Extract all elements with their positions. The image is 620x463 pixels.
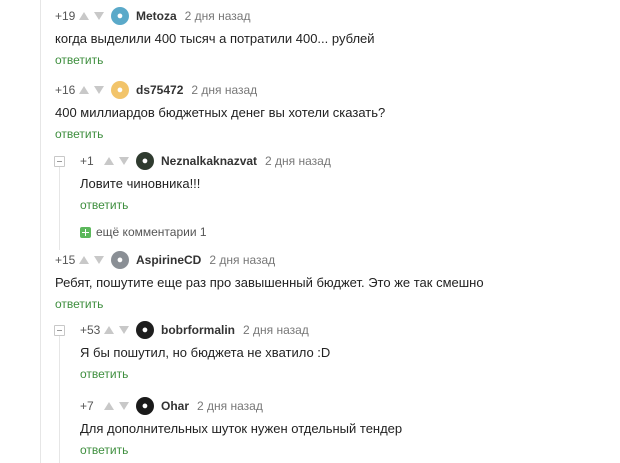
comment-author[interactable]: AspirineCD [136,253,201,267]
comment-rating: +7 [80,399,94,413]
upvote-icon[interactable] [79,256,89,264]
upvote-icon[interactable] [79,86,89,94]
comment-author[interactable]: Metoza [136,9,177,23]
comment-rating: +15 [55,253,76,267]
reply-button[interactable]: ответить [80,198,331,212]
comment: +7 ● Ohar 2 дня назад Для дополнительных… [80,397,402,457]
reply-button[interactable]: ответить [80,367,330,381]
comment-meta: +53 ● bobrformalin 2 дня назад [80,321,330,339]
comment-rating: +53 [80,323,101,337]
comment-meta: +7 ● Ohar 2 дня назад [80,397,402,415]
reply-button[interactable]: ответить [55,53,375,67]
comment-time[interactable]: 2 дня назад [197,399,263,413]
plus-icon [80,226,91,238]
comment: +15 ● AspirineCD 2 дня назад Ребят, пошу… [55,251,484,311]
comment-author[interactable]: ds75472 [136,83,183,97]
comment-meta: +16 ● ds75472 2 дня назад [55,81,385,99]
downvote-icon[interactable] [94,86,104,94]
downvote-icon[interactable] [119,157,129,165]
avatar[interactable]: ● [111,81,129,99]
reply-button[interactable]: ответить [55,297,484,311]
reply-button[interactable]: ответить [55,127,385,141]
comment: +16 ● ds75472 2 дня назад 400 миллиардов… [55,81,385,141]
comment-text: Для дополнительных шуток нужен отдельный… [80,421,403,436]
comment: +1 ● Neznalkaknazvat 2 дня назад Ловите … [80,152,331,212]
comment-text: Ребят, пошутите еще раз про завышенный б… [55,275,484,290]
comment-time[interactable]: 2 дня назад [185,9,251,23]
comment-time[interactable]: 2 дня назад [191,83,257,97]
comment-text: Я бы пошутил, но бюджета не хватило :D [80,345,331,360]
comment-author[interactable]: Ohar [161,399,189,413]
collapse-button[interactable] [54,325,65,336]
downvote-icon[interactable] [119,402,129,410]
comment-author[interactable]: bobrformalin [161,323,235,337]
comment: +19 ● Metoza 2 дня назад когда выделили … [55,7,375,67]
downvote-icon[interactable] [119,326,129,334]
comment-rating: +19 [55,9,76,23]
downvote-icon[interactable] [94,256,104,264]
avatar[interactable]: ● [111,7,129,25]
avatar[interactable]: ● [136,321,154,339]
thread-line [59,160,60,250]
avatar[interactable]: ● [136,397,154,415]
comment-meta: +15 ● AspirineCD 2 дня назад [55,251,484,269]
collapse-button[interactable] [54,156,65,167]
comment-author[interactable]: Neznalkaknazvat [161,154,257,168]
comment-time[interactable]: 2 дня назад [209,253,275,267]
upvote-icon[interactable] [104,326,114,334]
comment-text: когда выделили 400 тысяч а потратили 400… [55,31,375,46]
upvote-icon[interactable] [104,157,114,165]
more-comments-count: 1 [199,225,207,239]
reply-button[interactable]: ответить [80,443,402,457]
comment-text: 400 миллиардов бюджетных денег вы хотели… [55,105,386,120]
thread-line [59,325,60,463]
comment-meta: +1 ● Neznalkaknazvat 2 дня назад [80,152,331,170]
avatar[interactable]: ● [111,251,129,269]
more-comments-button[interactable]: ещё комментарии 1 [80,225,207,239]
comment-time[interactable]: 2 дня назад [265,154,331,168]
upvote-icon[interactable] [79,12,89,20]
comment-rating: +16 [55,83,76,97]
comment-rating: +1 [80,154,94,168]
more-comments-label: ещё комментарии [96,225,197,239]
comment-text: Ловите чиновника!!! [80,176,201,191]
upvote-icon[interactable] [104,402,114,410]
thread-line [40,0,41,463]
downvote-icon[interactable] [94,12,104,20]
avatar[interactable]: ● [136,152,154,170]
comment-meta: +19 ● Metoza 2 дня назад [55,7,375,25]
comment: +53 ● bobrformalin 2 дня назад Я бы пошу… [80,321,330,381]
comment-time[interactable]: 2 дня назад [243,323,309,337]
